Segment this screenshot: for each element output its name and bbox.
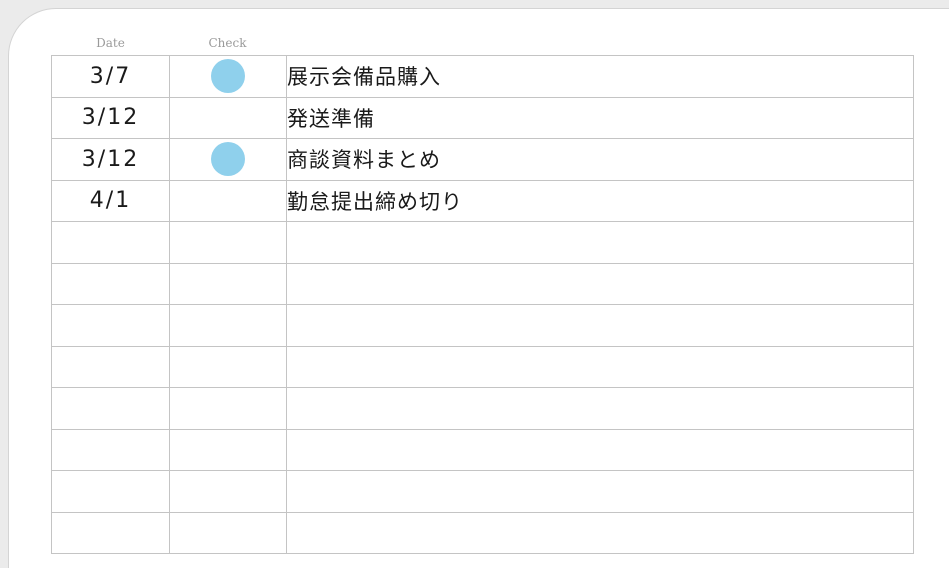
date-cell[interactable] (51, 470, 170, 513)
date-cell[interactable]: 3/12 (51, 96, 170, 139)
table-row (51, 221, 914, 264)
check-cell[interactable] (169, 304, 287, 347)
date-cell[interactable] (51, 304, 170, 347)
table-row (51, 262, 914, 305)
check-cell[interactable] (169, 55, 287, 98)
task-cell[interactable] (286, 511, 914, 554)
date-column-header: Date (96, 36, 125, 50)
date-cell[interactable]: 3/12 (51, 138, 170, 181)
table-row (51, 428, 914, 471)
table-row: 3/12 発送準備 (51, 96, 914, 139)
check-cell[interactable] (169, 470, 287, 513)
task-cell[interactable] (286, 387, 914, 430)
date-cell[interactable] (51, 387, 170, 430)
check-column-header: Check (208, 36, 247, 50)
check-mark-icon (211, 142, 245, 177)
check-cell[interactable] (169, 511, 287, 554)
date-cell[interactable] (51, 345, 170, 388)
task-cell[interactable] (286, 470, 914, 513)
table-row: 3/7 展示会備品購入 (51, 55, 914, 98)
check-cell[interactable] (169, 221, 287, 264)
table-row: 4/1 勤怠提出締め切り (51, 179, 914, 222)
task-cell[interactable] (286, 262, 914, 305)
table-row (51, 345, 914, 388)
table-row (51, 387, 914, 430)
table-row (51, 511, 914, 554)
check-cell[interactable] (169, 387, 287, 430)
task-cell[interactable] (286, 221, 914, 264)
date-cell[interactable] (51, 221, 170, 264)
table-row (51, 304, 914, 347)
date-cell[interactable]: 4/1 (51, 179, 170, 222)
task-cell[interactable]: 商談資料まとめ (286, 138, 914, 181)
date-cell[interactable] (51, 511, 170, 554)
date-cell[interactable] (51, 262, 170, 305)
task-cell[interactable] (286, 304, 914, 347)
check-cell[interactable] (169, 179, 287, 222)
task-cell[interactable] (286, 345, 914, 388)
task-cell[interactable]: 勤怠提出締め切り (286, 179, 914, 222)
date-cell[interactable] (51, 428, 170, 471)
check-mark-icon (211, 59, 245, 94)
check-cell[interactable] (169, 138, 287, 181)
task-cell[interactable] (286, 428, 914, 471)
todo-table: 3/7 展示会備品購入 3/12 発送準備 3/12 商談資料まとめ 4/1 勤怠提出締め切り (51, 55, 914, 554)
table-row (51, 470, 914, 513)
date-cell[interactable]: 3/7 (51, 55, 170, 98)
check-cell[interactable] (169, 428, 287, 471)
table-row: 3/12 商談資料まとめ (51, 138, 914, 181)
check-cell[interactable] (169, 262, 287, 305)
task-cell[interactable]: 展示会備品購入 (286, 55, 914, 98)
task-cell[interactable]: 発送準備 (286, 96, 914, 139)
check-cell[interactable] (169, 345, 287, 388)
check-cell[interactable] (169, 96, 287, 139)
